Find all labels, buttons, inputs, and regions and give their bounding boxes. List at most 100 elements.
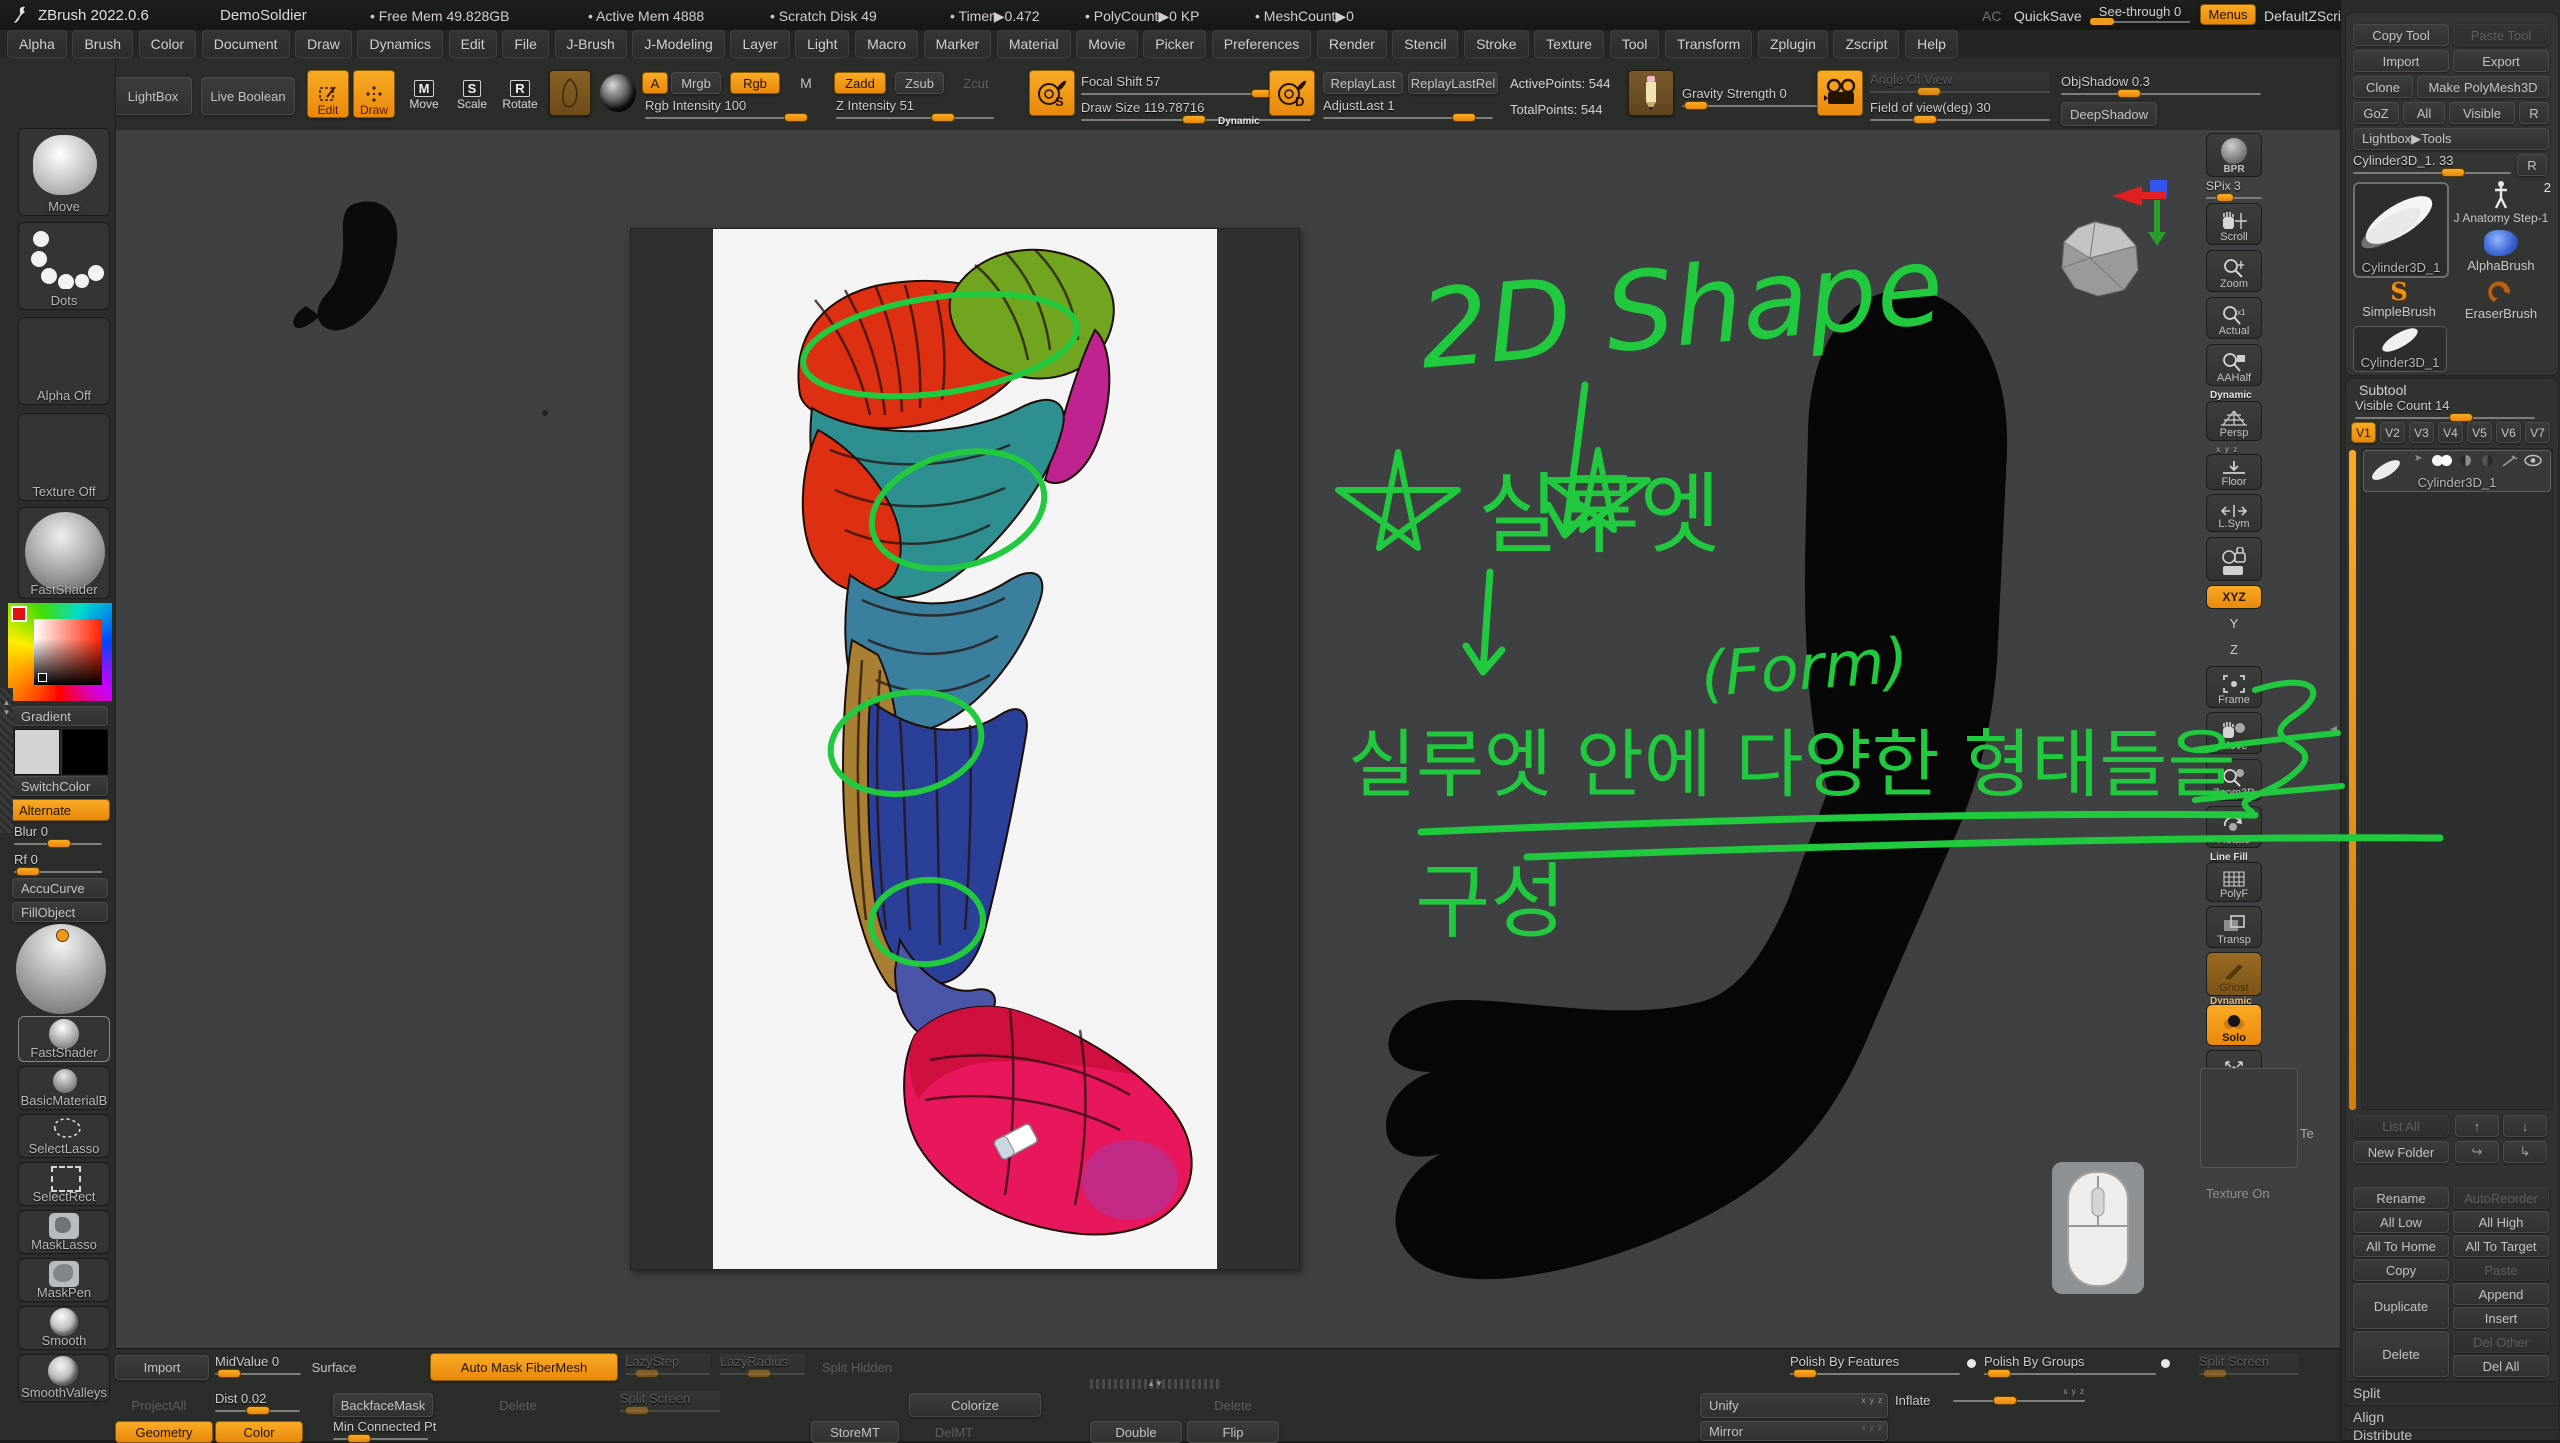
deep-shadow-button[interactable]: DeepShadow (2061, 102, 2157, 126)
tray-floor-button[interactable]: Floor (2206, 454, 2262, 490)
replay-last-button[interactable]: ReplayLast (1323, 72, 1403, 94)
alternate-button[interactable]: Alternate (10, 799, 110, 821)
material-quick-basicmaterial[interactable]: BasicMaterialB (18, 1066, 110, 1110)
texture-on-label[interactable]: Texture On (2206, 1186, 2270, 1201)
goz-all-button[interactable]: All (2403, 102, 2445, 124)
autoreorder-button[interactable]: AutoReorder (2453, 1187, 2549, 1209)
document-artboard[interactable] (630, 228, 1300, 1270)
list-all-button[interactable]: List All (2353, 1115, 2449, 1137)
tray-y-rotate-button[interactable]: Y (2206, 612, 2262, 636)
brush-quick-smoothvalleys[interactable]: SmoothValleys (18, 1354, 110, 1402)
switchcolor-alt-swatch[interactable] (62, 729, 108, 775)
clone-button[interactable]: Clone (2353, 76, 2413, 98)
menu-macro[interactable]: Macro (855, 30, 918, 58)
menu-draw[interactable]: Draw (295, 30, 352, 58)
shelf-divider-handle[interactable]: ▲▼ (0, 688, 13, 833)
menu-light[interactable]: Light (795, 30, 849, 58)
menu-brush[interactable]: Brush (72, 30, 133, 58)
mirror-axes-mini[interactable]: x y z (1862, 1423, 1883, 1432)
menu-picker[interactable]: Picker (1143, 30, 1206, 58)
new-folder-button[interactable]: New Folder (2353, 1141, 2449, 1163)
gradient-button[interactable]: Gradient (12, 706, 108, 726)
move-down-button[interactable]: ↓ (2503, 1115, 2547, 1137)
tool-import-button[interactable]: Import (2353, 50, 2449, 72)
brush-quick-selectlasso[interactable]: SelectLasso (18, 1114, 110, 1158)
polish-features-dot-toggle[interactable] (1967, 1359, 1976, 1368)
tray-z-rotate-button[interactable]: Z (2206, 638, 2262, 662)
append-button[interactable]: Append (2453, 1283, 2549, 1305)
brush-quick-selectrect[interactable]: SelectRect (18, 1162, 110, 1206)
move-out-folder-button[interactable]: ↳ (2503, 1141, 2547, 1163)
live-boolean-button[interactable]: Live Boolean (201, 77, 295, 115)
subtool-item-row[interactable]: ➤ Cylinder3D_1 (2363, 450, 2551, 492)
tray-zoom-button[interactable]: Zoom (2206, 250, 2262, 292)
subtool-copy-button[interactable]: Copy (2353, 1259, 2449, 1281)
lazystep-slider[interactable]: LazyStep (625, 1354, 710, 1375)
blur-slider[interactable]: Blur 0 (14, 824, 102, 845)
stroke-thumbnail-dots[interactable]: Dots (18, 222, 110, 310)
tray-move-button[interactable]: Move (2206, 712, 2262, 754)
dynamic-size-icon-button[interactable]: D (1269, 70, 1315, 116)
mirror-button[interactable]: Mirrorx y z (1700, 1421, 1888, 1441)
scale-button[interactable]: S Scale (450, 72, 494, 118)
rf-slider[interactable]: Rf 0 (14, 852, 102, 873)
subtool-paste-button[interactable]: Paste (2453, 1259, 2549, 1281)
mrgb-button[interactable]: Mrgb (671, 72, 721, 94)
menu-file[interactable]: File (502, 30, 549, 58)
stroke-thumbnail-move[interactable]: Move (18, 128, 110, 216)
brush-quick-masklasso[interactable]: MaskLasso (18, 1210, 110, 1254)
menu-alpha[interactable]: Alpha (7, 30, 67, 58)
tray-solo-button[interactable]: Solo (2206, 1004, 2262, 1046)
brush-quick-smooth[interactable]: Smooth (18, 1306, 110, 1350)
menu-layer[interactable]: Layer (730, 30, 789, 58)
subtool-tab-v1[interactable]: V1 (2351, 422, 2376, 443)
color-picker[interactable] (8, 603, 112, 701)
texture-off-thumbnail[interactable]: Texture Off (18, 413, 110, 501)
edit-button[interactable]: Edit (307, 70, 349, 118)
move-to-folder-button[interactable]: ↪ (2455, 1141, 2499, 1163)
sv-selector[interactable] (38, 673, 47, 682)
quickpick-anatomy[interactable]: 2 J Anatomy Step-1 (2449, 180, 2553, 226)
backfacemask-button[interactable]: BackfaceMask (333, 1393, 433, 1417)
fillobject-button[interactable]: FillObject (12, 902, 108, 922)
menu-marker[interactable]: Marker (924, 30, 992, 58)
z-intensity-slider[interactable]: Z Intensity 51 (836, 98, 994, 119)
rename-button[interactable]: Rename (2353, 1187, 2449, 1209)
duplicate-button[interactable]: Duplicate (2353, 1283, 2449, 1329)
draw-size-dynamic-label[interactable]: Dynamic (1218, 116, 1260, 127)
r-button[interactable]: R (2519, 102, 2549, 124)
fibermesh-import-button[interactable]: Import (115, 1355, 209, 1380)
paintbrush-icon[interactable] (2502, 455, 2518, 467)
all-high-button[interactable]: All High (2453, 1211, 2549, 1233)
subtool-header[interactable]: Subtool (2359, 382, 2406, 398)
quickpick-alphabrush[interactable]: AlphaBrush (2449, 228, 2553, 276)
midvalue-slider[interactable]: MidValue 0 (215, 1354, 301, 1375)
projectall-button[interactable]: ProjectAll (118, 1393, 200, 1417)
see-through-slider[interactable]: See-through 0 (2090, 4, 2190, 23)
tray-ghost-button[interactable]: Ghost (2206, 952, 2262, 996)
paste-tool-button[interactable]: Paste Tool (2453, 24, 2549, 46)
colorize-button[interactable]: Colorize (909, 1393, 1041, 1417)
visible-count-slider[interactable]: Visible Count 14 (2355, 398, 2535, 419)
tool-export-button[interactable]: Export (2453, 50, 2549, 72)
hue-selector[interactable] (11, 606, 27, 622)
unify-button[interactable]: Unifyx y z (1700, 1393, 1888, 1418)
focal-shift-icon-button[interactable]: S (1029, 70, 1075, 116)
unify-axes-mini[interactable]: x y z (1862, 1396, 1883, 1405)
subtool-list[interactable] (2361, 448, 2553, 1110)
menu-material[interactable]: Material (997, 30, 1071, 58)
subtool-tab-v7[interactable]: V7 (2525, 422, 2550, 443)
current-tool-thumbnail[interactable]: Cylinder3D_1 (2353, 182, 2449, 278)
all-to-target-button[interactable]: All To Target (2453, 1235, 2549, 1257)
gravity-icon-button[interactable] (1628, 70, 1674, 116)
quickpick-cylinder[interactable]: Cylinder3D_1 (2353, 326, 2447, 372)
zsub-button[interactable]: Zsub (895, 72, 944, 94)
tray-transp-button[interactable]: Transp (2206, 906, 2262, 948)
make-polymesh3d-button[interactable]: Make PolyMesh3D (2417, 76, 2549, 98)
split-screen-right-slider[interactable]: Split Screen (2199, 1354, 2299, 1375)
texture-preview-thumbnail[interactable] (2200, 1068, 2298, 1168)
quickpick-simplebrush[interactable]: S SimpleBrush (2353, 280, 2445, 324)
light-dot-icon[interactable] (56, 929, 69, 942)
tray-frame-button[interactable]: Frame (2206, 666, 2262, 708)
menu-jbrush[interactable]: J-Brush (555, 30, 627, 58)
